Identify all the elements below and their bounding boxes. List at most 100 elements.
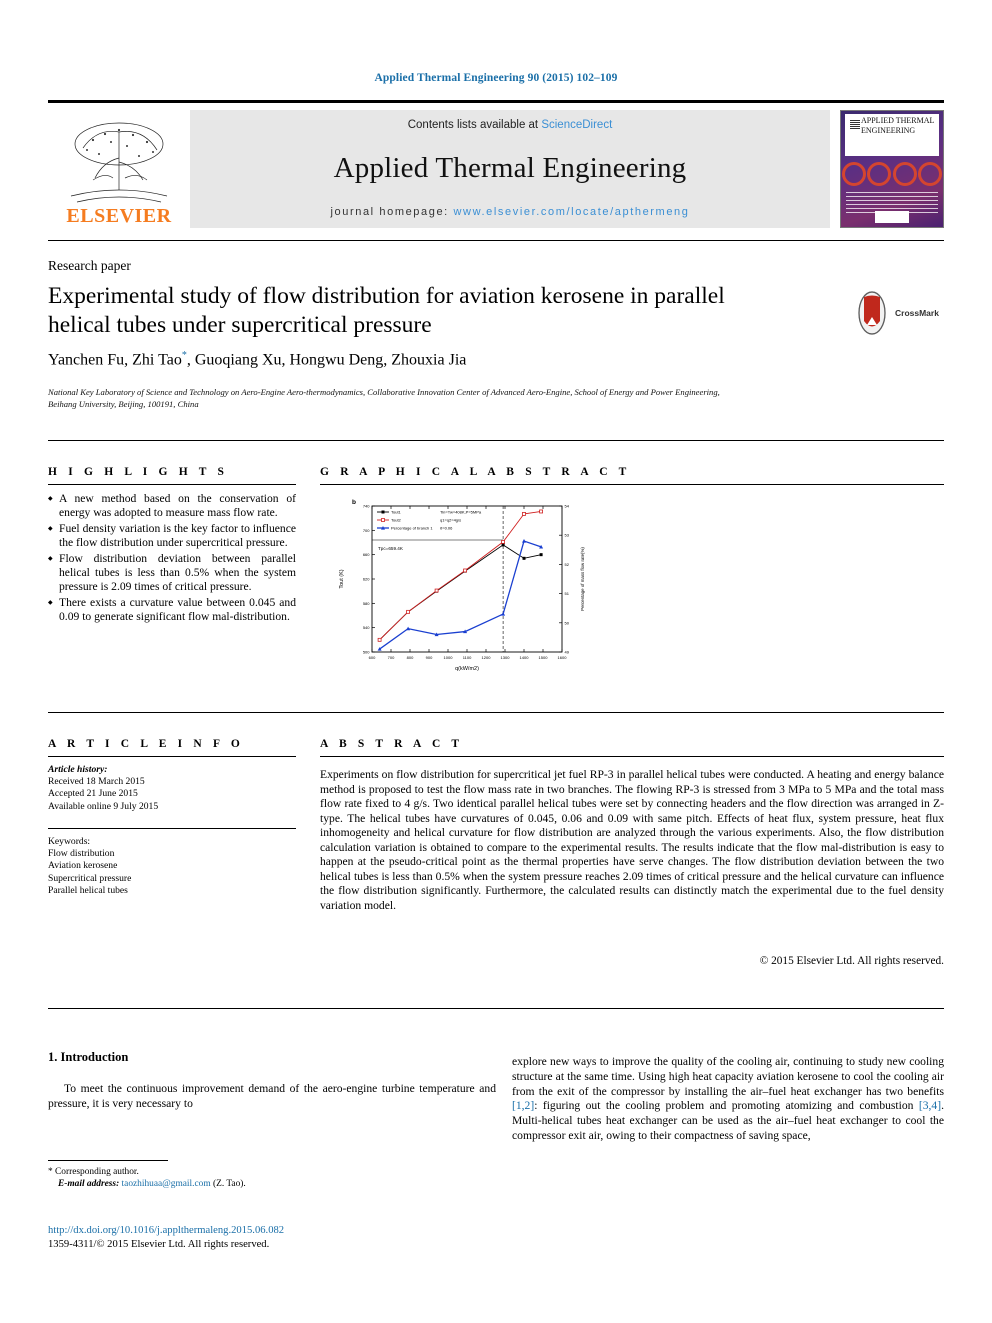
doi-link[interactable]: http://dx.doi.org/10.1016/j.applthermale… (48, 1224, 508, 1238)
svg-text:q1=q2=4g/s: q1=q2=4g/s (440, 518, 461, 523)
cover-text-lines (846, 191, 938, 213)
abstract-copyright: © 2015 Elsevier Ltd. All rights reserved… (759, 955, 944, 967)
svg-text:52: 52 (565, 562, 570, 567)
title-bottom-rule (48, 440, 944, 441)
highlights-heading: H I G H L I G H T S (48, 466, 229, 478)
sciencedirect-link[interactable]: ScienceDirect (541, 119, 612, 131)
journal-homepage: journal homepage: www.elsevier.com/locat… (331, 206, 690, 218)
citation-link-2[interactable]: [3,4] (919, 1099, 941, 1112)
elsevier-tree-icon (70, 122, 168, 203)
keywords-block: Keywords: Flow distribution Aviation ker… (48, 836, 296, 897)
svg-text:b: b (352, 499, 356, 506)
homepage-prefix: journal homepage: (330, 206, 454, 218)
svg-text:700: 700 (363, 528, 370, 533)
crossmark-icon (858, 291, 886, 335)
svg-text:900: 900 (426, 655, 433, 660)
body-right-part2: : figuring out the cooling problem and p… (534, 1099, 919, 1113)
abstract-top-rule (48, 712, 944, 713)
svg-text:1200: 1200 (482, 655, 492, 660)
svg-text:1600: 1600 (558, 655, 568, 660)
history-received: Received 18 March 2015 (48, 776, 145, 788)
section-1-title: 1. Introduction (48, 1050, 129, 1064)
issn-copyright: 1359-4311/© 2015 Elsevier Ltd. All right… (48, 1238, 270, 1250)
top-rule (48, 100, 944, 103)
cover-title-band: APPLIED THERMAL ENGINEERING (845, 114, 939, 156)
list-item: A new method based on the conservation o… (48, 492, 296, 521)
author-names-rest: , Guoqiang Xu, Hongwu Deng, Zhouxia Jia (186, 351, 467, 369)
keyword-item: Aviation kerosene (48, 860, 118, 872)
svg-text:Tout2: Tout2 (391, 518, 402, 523)
svg-text:53: 53 (565, 533, 570, 538)
journal-reference: Applied Thermal Engineering 90 (2015) 10… (374, 72, 618, 84)
highlights-rule (48, 484, 296, 486)
abstract-heading: A B S T R A C T (320, 738, 464, 750)
svg-text:740: 740 (363, 504, 370, 509)
body-left-column: To meet the continuous improvement deman… (48, 1082, 496, 1110)
svg-text:Tout (K): Tout (K) (339, 569, 345, 588)
svg-text:1100: 1100 (463, 655, 472, 660)
author-names-first: Yanchen Fu, Zhi Tao (48, 351, 182, 369)
svg-text:660: 660 (363, 552, 370, 557)
contents-line: Contents lists available at ScienceDirec… (408, 119, 613, 131)
list-item: There exists a curvature value between 0… (48, 596, 296, 625)
crossmark-badge[interactable]: CrossMark (852, 290, 944, 336)
affiliation: National Key Laboratory of Science and T… (48, 387, 720, 409)
cover-footer-band (875, 211, 909, 223)
journal-cover-image: APPLIED THERMAL ENGINEERING (840, 110, 944, 228)
keywords-rule (48, 828, 296, 830)
keyword-item: Flow distribution (48, 848, 115, 860)
highlights-list: A new method based on the conservation o… (48, 492, 296, 626)
footnote-rule (48, 1160, 168, 1161)
email-line: E-mail address: taozhihuaa@gmail.com (Z.… (48, 1178, 478, 1190)
paper-page: Applied Thermal Engineering 90 (2015) 10… (0, 0, 992, 1323)
svg-text:54: 54 (565, 504, 570, 509)
keywords-label: Keywords: (48, 836, 91, 847)
list-item: Fuel density variation is the key factor… (48, 522, 296, 551)
svg-text:Percentage of mass flow rate(%: Percentage of mass flow rate(%) (580, 547, 585, 611)
elsevier-wordmark: ELSEVIER (66, 205, 172, 227)
svg-text:800: 800 (407, 655, 414, 660)
cover-logo-icon (850, 119, 860, 129)
body-top-rule (48, 1008, 944, 1009)
history-online: Available online 9 July 2015 (48, 800, 159, 812)
elsevier-logo: ELSEVIER (48, 110, 190, 228)
contents-prefix: Contents lists available at (407, 119, 542, 131)
article-history-label: Article history: (48, 764, 108, 775)
email-link[interactable]: taozhihuaa@gmail.com (122, 1179, 211, 1189)
svg-text:1400: 1400 (520, 655, 530, 660)
body-right-part1: explore new ways to improve the quality … (512, 1055, 944, 1098)
crossmark-label: CrossMark (895, 308, 939, 318)
svg-text:580: 580 (363, 601, 370, 606)
svg-text:600: 600 (369, 655, 376, 660)
masthead-center: Contents lists available at ScienceDirec… (190, 110, 830, 228)
svg-text:Percentage of branch 1: Percentage of branch 1 (391, 526, 433, 531)
abstract-text: Experiments on flow distribution for sup… (320, 768, 944, 912)
citation-link-1[interactable]: [1,2] (512, 1099, 534, 1112)
svg-text:50: 50 (565, 620, 570, 625)
svg-text:540: 540 (363, 625, 370, 630)
body-right-column: explore new ways to improve the quality … (512, 1055, 944, 1144)
svg-text:Tpc=659.4K: Tpc=659.4K (378, 546, 404, 551)
email-suffix: (Z. Tao). (212, 1179, 246, 1190)
article-info-rule (48, 756, 296, 758)
svg-text:51: 51 (565, 591, 570, 596)
history-accepted: Accepted 21 June 2015 (48, 788, 138, 800)
svg-text:500: 500 (363, 650, 370, 655)
graphical-abstract-rule (320, 484, 944, 486)
page-title: Experimental study of flow distribution … (48, 283, 725, 338)
email-label: E-mail address: (58, 1179, 120, 1190)
journal-title: Applied Thermal Engineering (333, 152, 687, 184)
keyword-item: Supercritical pressure (48, 872, 132, 884)
svg-text:1300: 1300 (501, 655, 511, 660)
abstract-rule (320, 756, 944, 758)
graphical-abstract-chart: 600 700 800 900 1000 1100 1200 1300 1400 1500 1600… (330, 492, 630, 688)
svg-text:1500: 1500 (539, 655, 549, 660)
author-list: Yanchen Fu, Zhi Tao*, Guoqiang Xu, Hongw… (48, 350, 808, 369)
corresponding-author-note: * Corresponding author. (48, 1167, 139, 1177)
svg-text:49: 49 (565, 650, 570, 655)
masthead-bottom-rule (48, 240, 944, 241)
svg-text:Tin=Tw=408K,P=5MPa: Tin=Tw=408K,P=5MPa (440, 510, 482, 515)
svg-text:q(kW/m2): q(kW/m2) (455, 666, 479, 672)
cover-rings-graphic (841, 161, 943, 187)
homepage-link[interactable]: www.elsevier.com/locate/apthermeng (453, 206, 689, 218)
